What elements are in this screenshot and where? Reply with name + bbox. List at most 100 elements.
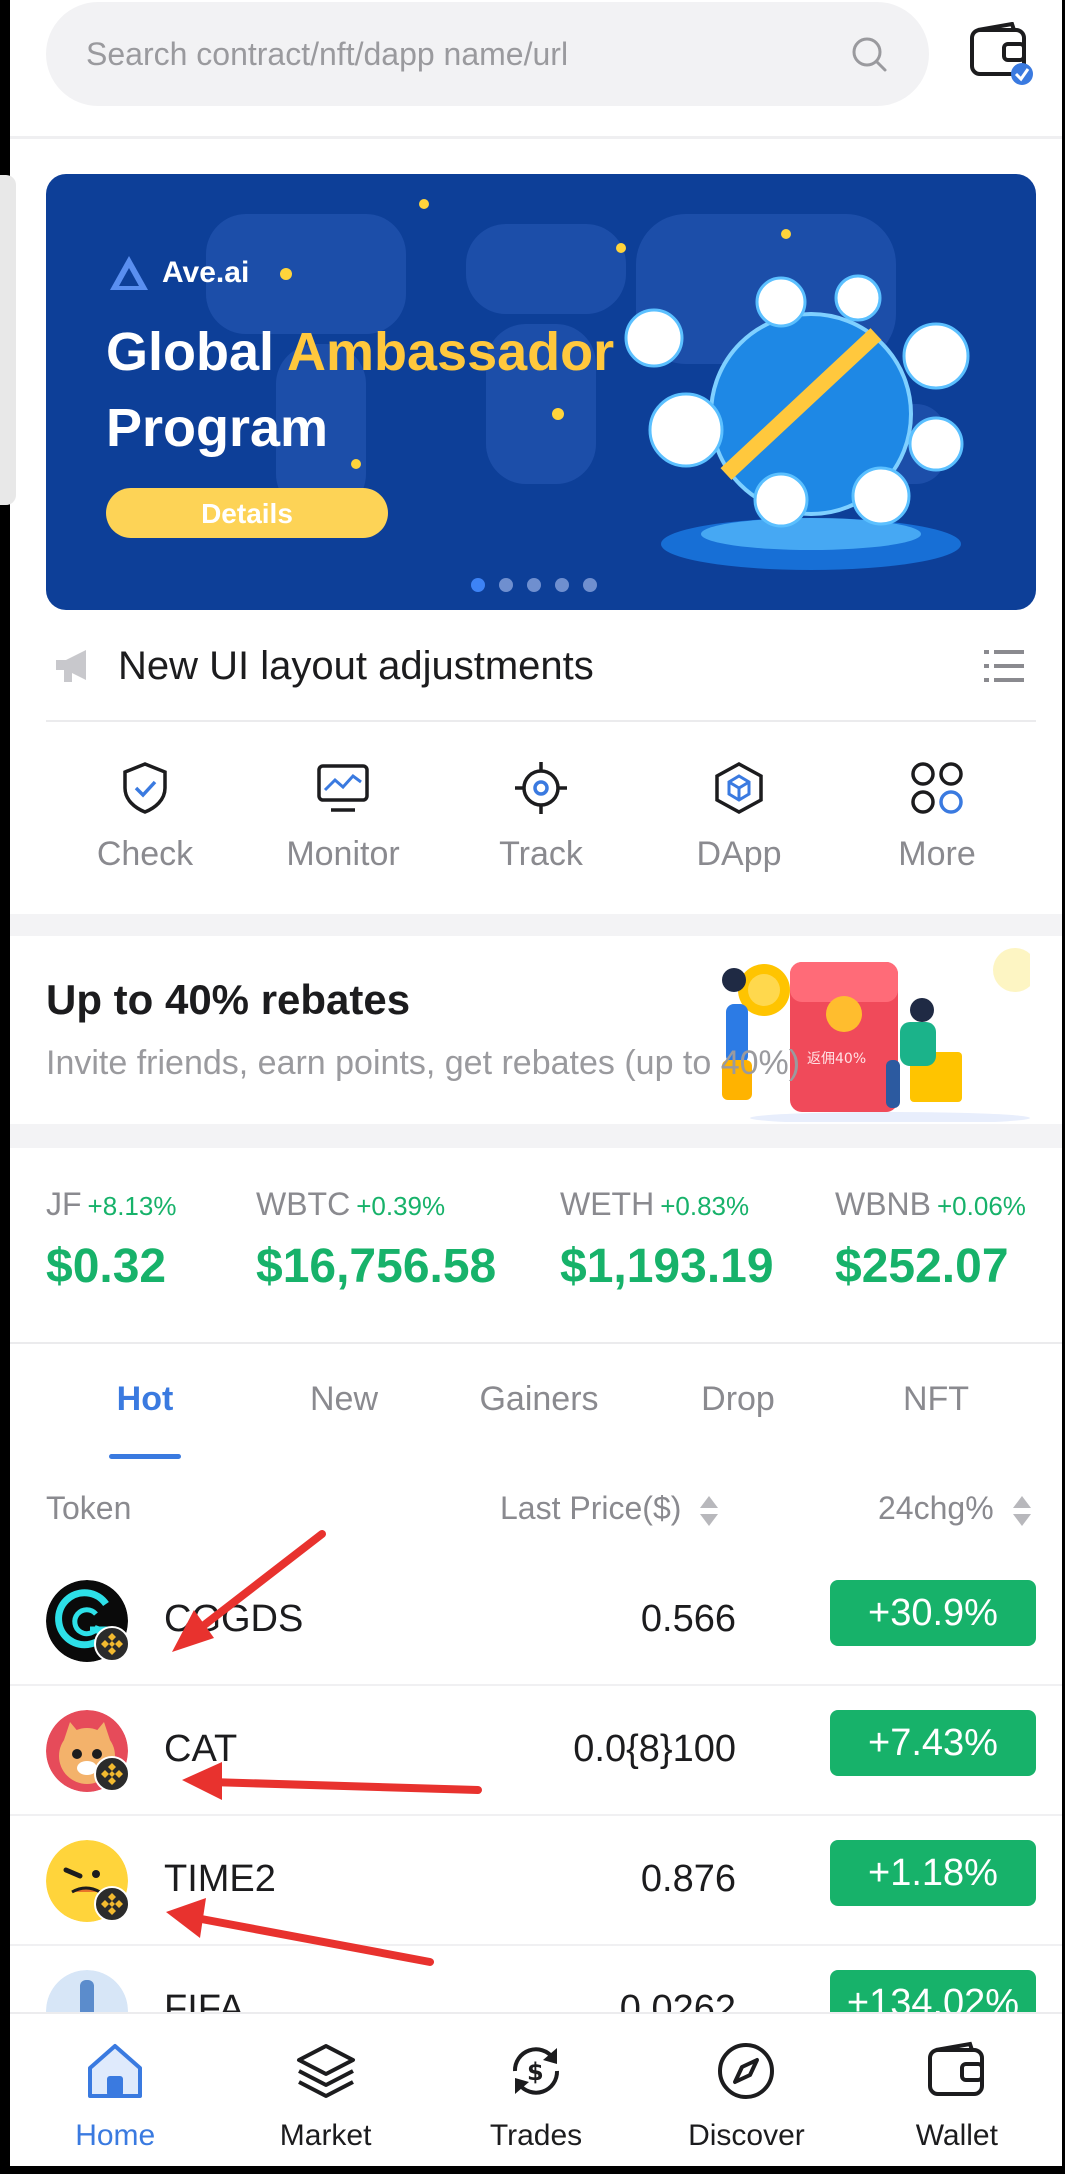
tab-drop[interactable]: Drop xyxy=(648,1380,828,1419)
ticker-jf[interactable]: JF +8.13% $0.32 xyxy=(46,1186,176,1294)
token-price: 0.876 xyxy=(640,1858,736,1900)
ticker-wbnb[interactable]: WBNB +0.06% $252.07 xyxy=(835,1186,1026,1294)
ticker-change: +8.13% xyxy=(87,1191,177,1221)
megaphone-icon xyxy=(56,650,86,682)
ticker-price: $252.07 xyxy=(835,1240,1009,1293)
token-row-cat[interactable]: CAT 0.0{8}100 +7.43% xyxy=(10,1686,1062,1816)
banner-title-highlight: Ambassador xyxy=(287,322,615,382)
nav-label: Home xyxy=(75,2119,156,2152)
ticker-symbol: WETH xyxy=(560,1186,655,1222)
bnb-chain-icon xyxy=(94,1756,130,1792)
banner-title: Global Ambassador Program xyxy=(106,314,614,466)
monitor-icon xyxy=(317,764,369,812)
shortcut-label: DApp xyxy=(696,835,782,873)
shield-check-icon xyxy=(123,762,167,814)
nav-discover[interactable]: Discover xyxy=(641,2014,851,2166)
grid-icon xyxy=(911,762,963,814)
nav-wallet[interactable]: Wallet xyxy=(852,2014,1062,2166)
change-badge[interactable]: +1.18% xyxy=(830,1840,1036,1906)
section-separator xyxy=(10,914,1062,936)
pagination-dot[interactable] xyxy=(583,578,597,592)
shortcut-label: Track xyxy=(499,835,583,873)
nav-label: Discover xyxy=(688,2119,805,2152)
svg-text:$: $ xyxy=(527,2058,544,2086)
token-row-cggds[interactable]: CGGDS 0.566 +30.9% xyxy=(10,1556,1062,1686)
nav-market[interactable]: Market xyxy=(220,2014,430,2166)
tab-hot[interactable]: Hot xyxy=(55,1380,235,1419)
nav-trades[interactable]: $ Trades xyxy=(431,2014,641,2166)
search-placeholder: Search contract/nft/dapp name/url xyxy=(86,36,569,72)
change-badge[interactable]: +30.9% xyxy=(830,1580,1036,1646)
announcement-divider xyxy=(46,720,1036,722)
shortcut-more[interactable]: More xyxy=(838,760,1036,880)
rebate-title: Up to 40% rebates xyxy=(46,976,411,1023)
banner-details-button[interactable]: Details xyxy=(106,488,388,538)
nav-label: Market xyxy=(279,2119,372,2152)
token-name: TIME2 xyxy=(164,1858,276,1900)
side-edge-tab[interactable] xyxy=(0,175,16,505)
pagination-dot[interactable] xyxy=(527,578,541,592)
shortcut-monitor[interactable]: Monitor xyxy=(244,760,442,880)
sort-icon[interactable] xyxy=(1011,1494,1033,1528)
ticker-symbol: WBTC xyxy=(256,1186,351,1222)
pagination-dot-active[interactable] xyxy=(471,578,485,592)
rebate-art-text: 返佣40% xyxy=(807,1051,866,1067)
wallet-icon xyxy=(927,2041,984,2096)
pagination-dot[interactable] xyxy=(555,578,569,592)
ticker-symbol: JF xyxy=(46,1186,82,1222)
shortcut-check[interactable]: Check xyxy=(46,760,244,880)
section-separator xyxy=(10,1124,1062,1148)
pagination-dot[interactable] xyxy=(499,578,513,592)
sort-icon[interactable] xyxy=(698,1494,720,1528)
tab-gainers[interactable]: Gainers xyxy=(449,1380,629,1419)
shortcut-label: Check xyxy=(96,835,194,873)
dollar-exchange-icon: $ xyxy=(513,2047,560,2095)
column-header-change[interactable]: 24chg% xyxy=(878,1490,1033,1528)
column-header-token: Token xyxy=(46,1490,132,1526)
nav-home[interactable]: Home xyxy=(10,2014,220,2166)
ticker-change: +0.39% xyxy=(356,1191,446,1221)
ticker-price: $0.32 xyxy=(46,1240,167,1293)
banner-brand-name: Ave.ai xyxy=(162,256,250,289)
tab-new[interactable]: New xyxy=(254,1380,434,1419)
active-tab-indicator xyxy=(109,1454,181,1459)
announcement-bar[interactable]: New UI layout adjustments xyxy=(46,636,1036,696)
shortcut-dapp[interactable]: DApp xyxy=(640,760,838,880)
target-icon xyxy=(515,762,567,814)
nav-label: Trades xyxy=(489,2119,583,2152)
column-header-price-label: Last Price($) xyxy=(500,1490,682,1526)
market-tabs: Hot New Gainers Drop NFT xyxy=(46,1380,1036,1460)
layers-icon xyxy=(296,2044,355,2098)
promo-banner[interactable]: Ave.ai Global Ambassador Program Details xyxy=(46,174,1036,610)
compass-icon xyxy=(718,2043,775,2099)
shortcut-label: Monitor xyxy=(286,835,400,873)
change-badge[interactable]: +7.43% xyxy=(830,1710,1036,1776)
bnb-chain-icon xyxy=(94,1626,130,1662)
ticker-strip: JF +8.13% $0.32 WBTC +0.39% $16,756.58 WET… xyxy=(46,1186,1046,1306)
search-input[interactable]: Search contract/nft/dapp name/url xyxy=(46,2,929,106)
ticker-change: +0.83% xyxy=(660,1191,750,1221)
rebate-subtitle: Invite friends, earn points, get rebates… xyxy=(46,1044,801,1082)
wallet-connect-icon[interactable] xyxy=(968,22,1034,86)
ticker-change: +0.06% xyxy=(937,1191,1026,1221)
shortcut-label: More xyxy=(898,835,976,873)
tab-nft[interactable]: NFT xyxy=(846,1380,1026,1419)
list-icon[interactable] xyxy=(982,646,1026,686)
ticker-wbtc[interactable]: WBTC +0.39% $16,756.58 xyxy=(256,1186,496,1294)
ticker-symbol: WBNB xyxy=(835,1186,931,1222)
shortcut-bar: Check Monitor Track DApp More xyxy=(46,760,1036,880)
banner-title-line2: Program xyxy=(106,398,329,458)
token-price: 0.0{8}100 xyxy=(573,1728,736,1770)
token-price: 0.566 xyxy=(640,1598,736,1640)
ticker-weth[interactable]: WETH +0.83% $1,193.19 xyxy=(560,1186,774,1294)
search-icon[interactable] xyxy=(849,34,889,74)
token-name: CGGDS xyxy=(164,1598,304,1640)
column-header-change-label: 24chg% xyxy=(878,1490,994,1526)
column-header-price[interactable]: Last Price($) xyxy=(500,1490,720,1528)
shortcut-track[interactable]: Track xyxy=(442,760,640,880)
rebate-illustration: 返佣40% xyxy=(722,948,1030,1122)
token-row-time2[interactable]: TIME2 0.876 +1.18% xyxy=(10,1816,1062,1946)
rebate-card[interactable]: Up to 40% rebates 返佣40% Invite friends, … xyxy=(10,936,1062,1124)
ticker-price: $1,193.19 xyxy=(560,1240,774,1293)
banner-title-part1: Global xyxy=(106,322,288,382)
